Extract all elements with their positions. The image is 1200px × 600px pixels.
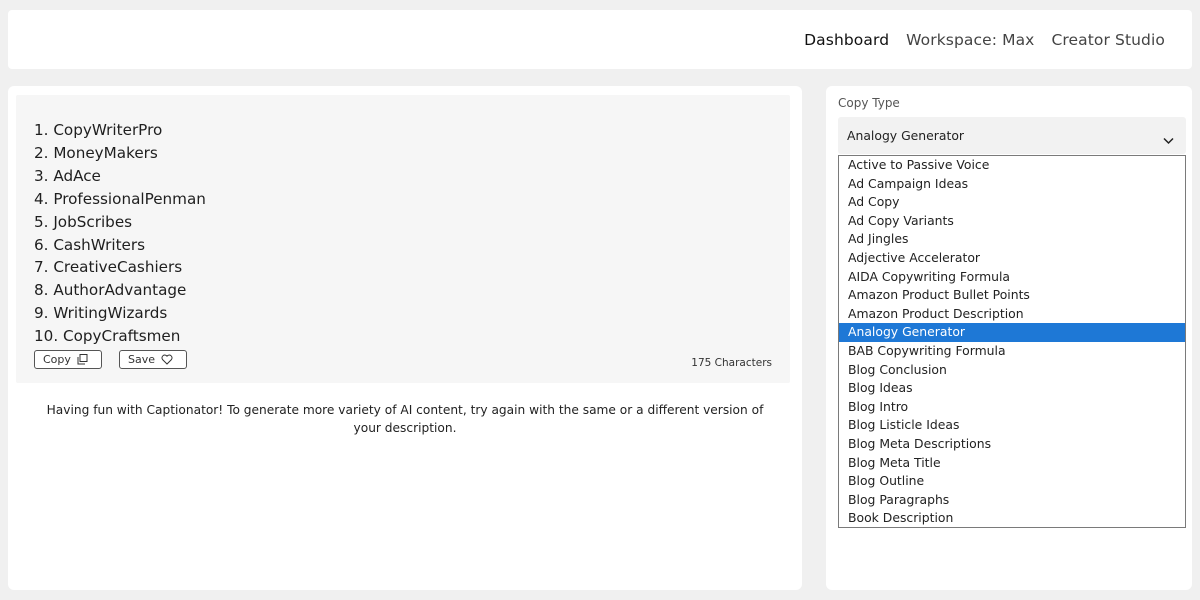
dropdown-option[interactable]: Blog Paragraphs	[839, 491, 1185, 510]
result-item: 2. MoneyMakers	[34, 143, 158, 162]
copy-button[interactable]: Copy	[34, 350, 102, 369]
dropdown-option[interactable]: Adjective Accelerator	[839, 249, 1185, 268]
heart-icon	[161, 354, 173, 365]
dropdown-option-selected[interactable]: Analogy Generator	[839, 323, 1185, 342]
chevron-down-icon	[1163, 130, 1174, 149]
dropdown-option[interactable]: Blog Intro	[839, 398, 1185, 417]
output-panel: 1. CopyWriterPro 2. MoneyMakers 3. AdAce…	[8, 86, 802, 590]
dropdown-option[interactable]: Blog Ideas	[839, 379, 1185, 398]
copy-type-select[interactable]: Analogy Generator	[838, 117, 1186, 154]
copy-type-label: Copy Type	[838, 96, 900, 110]
result-item: 3. AdAce	[34, 166, 101, 185]
dropdown-option[interactable]: Ad Copy	[839, 193, 1185, 212]
copy-icon	[77, 354, 88, 365]
result-item: 10. CopyCraftsmen	[34, 327, 181, 346]
top-navbar: Dashboard Workspace: Max Creator Studio	[8, 10, 1192, 69]
dropdown-option[interactable]: Active to Passive Voice	[839, 156, 1185, 175]
nav-creator-studio[interactable]: Creator Studio	[1051, 31, 1165, 49]
result-box: 1. CopyWriterPro 2. MoneyMakers 3. AdAce…	[16, 95, 790, 383]
dropdown-option[interactable]: Book Description	[839, 509, 1185, 528]
dropdown-option[interactable]: BAB Copywriting Formula	[839, 342, 1185, 361]
copy-type-selected-value: Analogy Generator	[847, 128, 965, 143]
nav-dashboard[interactable]: Dashboard	[804, 31, 889, 49]
dropdown-option[interactable]: Ad Copy Variants	[839, 212, 1185, 231]
settings-panel: Copy Type Analogy Generator Active to Pa…	[826, 86, 1192, 590]
copy-button-label: Copy	[43, 353, 71, 366]
dropdown-option[interactable]: Ad Campaign Ideas	[839, 175, 1185, 194]
dropdown-option[interactable]: Blog Conclusion	[839, 361, 1185, 380]
dropdown-option[interactable]: Amazon Product Description	[839, 305, 1185, 324]
nav-links: Dashboard Workspace: Max Creator Studio	[804, 10, 1165, 69]
result-list: 1. CopyWriterPro 2. MoneyMakers 3. AdAce…	[34, 119, 206, 348]
result-item: 7. CreativeCashiers	[34, 258, 183, 277]
result-item: 8. AuthorAdvantage	[34, 281, 187, 300]
save-button-label: Save	[128, 353, 156, 366]
dropdown-option[interactable]: Blog Outline	[839, 472, 1185, 491]
result-item: 5. JobScribes	[34, 212, 133, 231]
nav-workspace[interactable]: Workspace: Max	[906, 31, 1034, 49]
result-item: 1. CopyWriterPro	[34, 121, 163, 139]
character-count: 175 Characters	[691, 357, 772, 369]
dropdown-option[interactable]: Ad Jingles	[839, 230, 1185, 249]
dropdown-option[interactable]: Blog Meta Title	[839, 454, 1185, 473]
copy-type-dropdown: Active to Passive Voice Ad Campaign Idea…	[838, 155, 1186, 528]
info-message: Having fun with Captionator! To generate…	[46, 403, 764, 435]
result-item: 9. WritingWizards	[34, 304, 168, 323]
dropdown-option[interactable]: AIDA Copywriting Formula	[839, 268, 1185, 287]
save-button[interactable]: Save	[119, 350, 187, 369]
result-item: 6. CashWriters	[34, 235, 146, 254]
dropdown-option[interactable]: Blog Listicle Ideas	[839, 416, 1185, 435]
dropdown-option[interactable]: Blog Meta Descriptions	[839, 435, 1185, 454]
result-item: 4. ProfessionalPenman	[34, 189, 206, 208]
dropdown-option[interactable]: Amazon Product Bullet Points	[839, 286, 1185, 305]
